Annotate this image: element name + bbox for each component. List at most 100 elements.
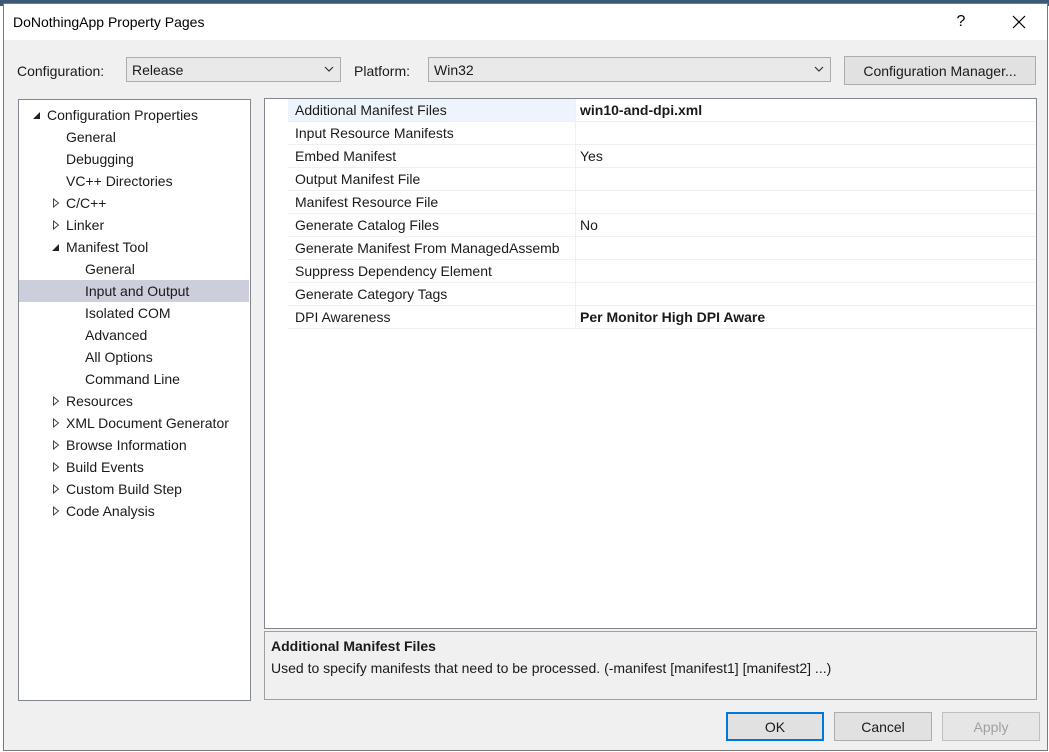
property-name-cell[interactable]: Output Manifest File	[288, 168, 575, 191]
property-name: Input Resource Manifests	[295, 125, 454, 141]
property-row[interactable]: Input Resource Manifests	[265, 122, 1036, 145]
tree-item-label: Debugging	[66, 151, 134, 167]
tree-collapsed-icon[interactable]	[52, 506, 60, 516]
tree-item[interactable]: Command Line	[19, 368, 250, 390]
chevron-down-icon	[324, 66, 334, 72]
tree-item-label: Browse Information	[66, 437, 187, 453]
tree-item[interactable]: General	[19, 126, 250, 148]
tree-collapsed-icon[interactable]	[52, 440, 60, 450]
description-body: Used to specify manifests that need to b…	[271, 660, 832, 676]
tree-item[interactable]: Build Events	[19, 456, 250, 478]
property-row[interactable]: Generate Catalog Files No	[265, 214, 1036, 237]
tree-item[interactable]: Browse Information	[19, 434, 250, 456]
property-name: Generate Manifest From ManagedAssemb	[295, 240, 560, 256]
row-gutter	[265, 99, 288, 122]
property-row[interactable]: Additional Manifest Files win10-and-dpi.x…	[265, 99, 1036, 122]
configuration-label: Configuration:	[17, 63, 105, 79]
chevron-down-icon	[814, 66, 824, 72]
property-name-cell[interactable]: DPI Awareness	[288, 306, 575, 329]
property-name-cell[interactable]: Generate Catalog Files	[288, 214, 575, 237]
help-button[interactable]: ?	[938, 4, 984, 40]
property-value: win10-and-dpi.xml	[580, 102, 703, 118]
property-name: DPI Awareness	[295, 309, 391, 325]
apply-button[interactable]: Apply	[942, 712, 1040, 741]
property-value-cell[interactable]	[575, 122, 1036, 145]
property-name-cell[interactable]: Manifest Resource File	[288, 191, 575, 214]
tree-item[interactable]: XML Document Generator	[19, 412, 250, 434]
property-name-cell[interactable]: Embed Manifest	[288, 145, 575, 168]
tree-expanded-icon[interactable]	[52, 242, 60, 252]
tree-item[interactable]: General	[19, 258, 250, 280]
ok-button[interactable]: OK	[726, 712, 824, 741]
property-name-cell[interactable]: Additional Manifest Files	[288, 99, 575, 122]
tree-item[interactable]: Resources	[19, 390, 250, 412]
property-name-cell[interactable]: Suppress Dependency Element	[288, 260, 575, 283]
property-name-cell[interactable]: Generate Category Tags	[288, 283, 575, 306]
tree-item[interactable]: Advanced	[19, 324, 250, 346]
property-row[interactable]: Generate Manifest From ManagedAssemb	[265, 237, 1036, 260]
property-row[interactable]: Embed Manifest Yes	[265, 145, 1036, 168]
property-name: Additional Manifest Files	[295, 102, 447, 118]
tree-item[interactable]: Linker	[19, 214, 250, 236]
description-panel: Additional Manifest Files Used to specif…	[264, 631, 1037, 700]
cancel-button[interactable]: Cancel	[834, 712, 932, 741]
property-tree[interactable]: Configuration Properties General Debugging…	[18, 99, 251, 701]
tree-collapsed-icon[interactable]	[52, 220, 60, 230]
row-gutter	[265, 191, 288, 214]
row-gutter	[265, 122, 288, 145]
property-value-cell[interactable]	[575, 191, 1036, 214]
property-row[interactable]: Manifest Resource File	[265, 191, 1036, 214]
tree-collapsed-icon[interactable]	[52, 484, 60, 494]
tree-item-label: C/C++	[66, 195, 107, 211]
property-value-cell[interactable]: Yes	[575, 145, 1036, 168]
tree-item[interactable]: All Options	[19, 346, 250, 368]
property-value-cell[interactable]: Per Monitor High DPI Aware	[575, 306, 1036, 329]
tree-collapsed-icon[interactable]	[52, 396, 60, 406]
tree-item[interactable]: Input and Output	[19, 280, 249, 302]
tree-item-label: General	[85, 261, 135, 277]
property-row[interactable]: Suppress Dependency Element	[265, 260, 1036, 283]
property-name-cell[interactable]: Generate Manifest From ManagedAssemb	[288, 237, 575, 260]
tree-item-label: Command Line	[85, 371, 180, 387]
tree-item-label: Resources	[66, 393, 133, 409]
property-name: Output Manifest File	[295, 171, 421, 187]
tree-item[interactable]: Manifest Tool	[19, 236, 250, 258]
property-value-cell[interactable]: win10-and-dpi.xml	[575, 99, 1036, 122]
property-row[interactable]: Output Manifest File	[265, 168, 1036, 191]
property-value-cell[interactable]: No	[575, 214, 1036, 237]
tree-item[interactable]: VC++ Directories	[19, 170, 250, 192]
title-bar: DoNothingApp Property Pages ?	[4, 4, 1047, 40]
property-name: Embed Manifest	[295, 148, 397, 164]
property-row[interactable]: Generate Category Tags	[265, 283, 1036, 306]
tree-item-label: VC++ Directories	[66, 173, 173, 189]
row-gutter	[265, 306, 288, 329]
configuration-dropdown[interactable]: Release	[126, 57, 341, 82]
tree-item[interactable]: Isolated COM	[19, 302, 250, 324]
property-value-cell[interactable]	[575, 168, 1036, 191]
property-name-cell[interactable]: Input Resource Manifests	[288, 122, 575, 145]
tree-item[interactable]: Code Analysis	[19, 500, 250, 522]
property-grid[interactable]: Additional Manifest Files win10-and-dpi.x…	[264, 98, 1037, 629]
tree-collapsed-icon[interactable]	[52, 198, 60, 208]
tree-item[interactable]: Custom Build Step	[19, 478, 250, 500]
property-value-cell[interactable]	[575, 283, 1036, 306]
tree-expanded-icon[interactable]	[33, 110, 41, 120]
tree-item-label: Build Events	[66, 459, 144, 475]
row-gutter	[265, 168, 288, 191]
property-value-cell[interactable]	[575, 237, 1036, 260]
property-value-cell[interactable]	[575, 260, 1036, 283]
tree-item[interactable]: Configuration Properties	[19, 104, 250, 126]
property-name: Suppress Dependency Element	[295, 263, 492, 279]
tree-item[interactable]: Debugging	[19, 148, 250, 170]
row-gutter	[265, 214, 288, 237]
tree-collapsed-icon[interactable]	[52, 418, 60, 428]
tree-item[interactable]: C/C++	[19, 192, 250, 214]
tree-item-label: Manifest Tool	[66, 239, 149, 255]
platform-dropdown[interactable]: Win32	[428, 57, 831, 82]
tree-collapsed-icon[interactable]	[52, 462, 60, 472]
close-button[interactable]	[996, 4, 1042, 40]
row-gutter	[265, 237, 288, 260]
property-row[interactable]: DPI Awareness Per Monitor High DPI Aware	[265, 306, 1036, 329]
tree-item-label: Isolated COM	[85, 305, 171, 321]
configuration-manager-button[interactable]: Configuration Manager...	[844, 56, 1036, 85]
